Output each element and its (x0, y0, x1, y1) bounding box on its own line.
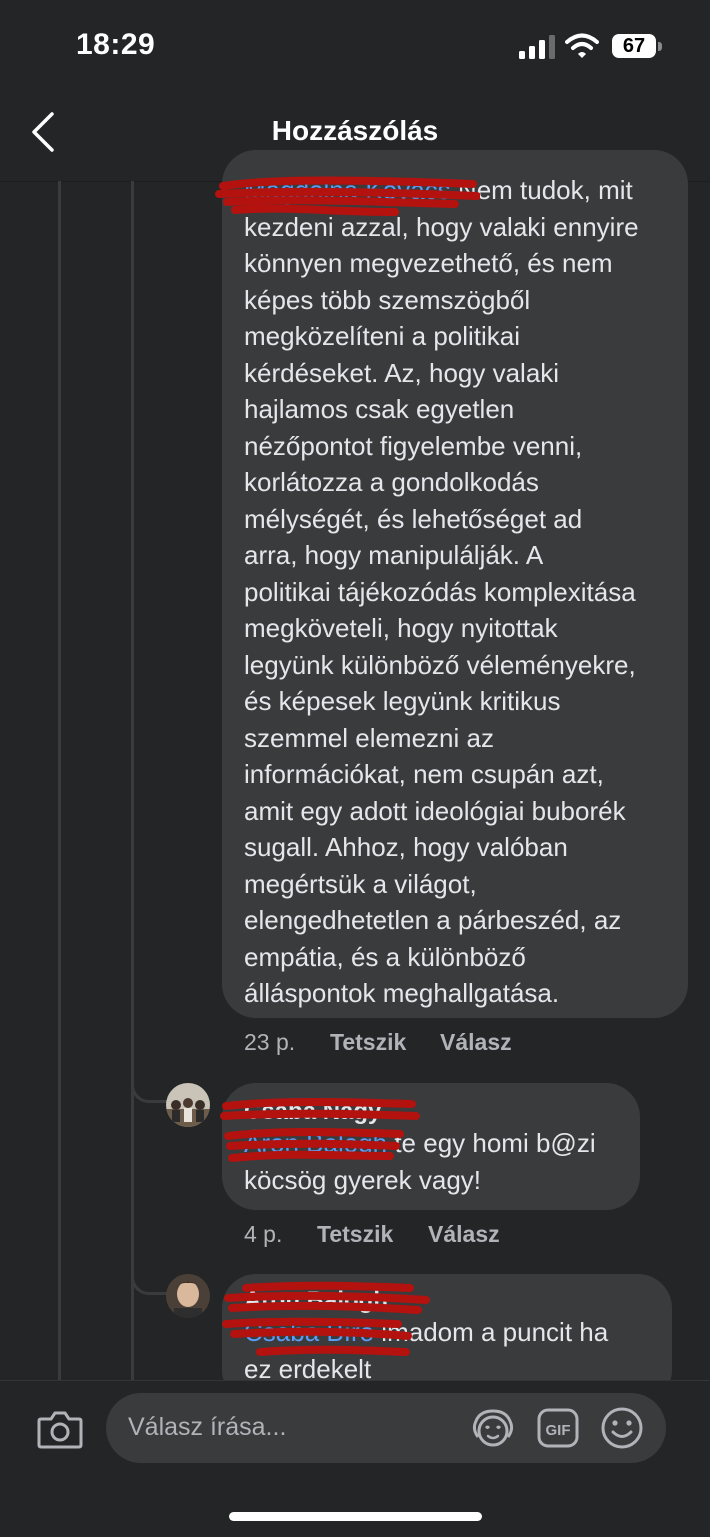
reply-placeholder: Válasz írása... (128, 1413, 287, 1441)
status-bar: 18:29 67 (0, 0, 710, 95)
comment-bubble[interactable]: Csaba Nagy Áron Balogh te egy homi b@zi … (222, 1083, 640, 1210)
battery-icon: 67 (612, 34, 662, 60)
status-time: 18:29 (76, 28, 156, 61)
thread-line (131, 181, 134, 1051)
home-indicator (229, 1512, 482, 1521)
emoji-icon[interactable] (600, 1406, 644, 1450)
mention-link[interactable]: Áron Balogh (244, 1128, 387, 1158)
thread-line (131, 1051, 134, 1381)
wifi-icon (565, 33, 599, 58)
camera-icon[interactable] (37, 1409, 83, 1449)
reply-input[interactable]: Válasz írása... GIF (106, 1393, 666, 1463)
avatar[interactable] (166, 1083, 210, 1127)
comment-time: 23 p. (244, 1029, 296, 1055)
comment-time: 4 p. (244, 1221, 283, 1247)
reply-connector (131, 1070, 168, 1103)
battery-level: 67 (612, 34, 656, 58)
comment-text: Csaba Bíró imadom a puncit ha ez erdekel… (244, 1314, 652, 1387)
mention-link[interactable]: Csaba Bíró (244, 1317, 374, 1347)
comment-text: Magdolna Kovács Nem tudok, mit kezdeni a… (244, 172, 668, 1012)
comment-actions: 23 p. Tetszik Válasz (244, 1029, 624, 1059)
comment-author[interactable]: Áron Balogh (244, 1288, 652, 1314)
comment-actions: 4 p. Tetszik Válasz (244, 1221, 624, 1251)
comment-bubble[interactable]: Magdolna Kovács Nem tudok, mit kezdeni a… (222, 150, 688, 1018)
like-button[interactable]: Tetszik (330, 1029, 406, 1056)
reply-button[interactable]: Válasz (440, 1029, 512, 1056)
svg-text:GIF: GIF (546, 1422, 571, 1439)
like-button[interactable]: Tetszik (317, 1221, 393, 1248)
signal-icon (519, 35, 555, 59)
comment-author[interactable]: Csaba Nagy (244, 1099, 620, 1125)
gif-icon[interactable]: GIF (536, 1407, 580, 1449)
avatar[interactable] (166, 1274, 210, 1318)
mention-link[interactable]: Magdolna Kovács (244, 175, 451, 205)
page-title: Hozzászólás (271, 115, 439, 146)
reply-connector (131, 1262, 168, 1295)
reply-button[interactable]: Válasz (428, 1221, 500, 1248)
comment-body: Nem tudok, mit kezdeni azzal, hogy valak… (244, 175, 639, 1008)
comment-text: Áron Balogh te egy homi b@zi köcsög gyer… (244, 1125, 620, 1198)
avatar-sticker-icon[interactable] (470, 1407, 516, 1449)
thread-line (58, 181, 61, 1381)
